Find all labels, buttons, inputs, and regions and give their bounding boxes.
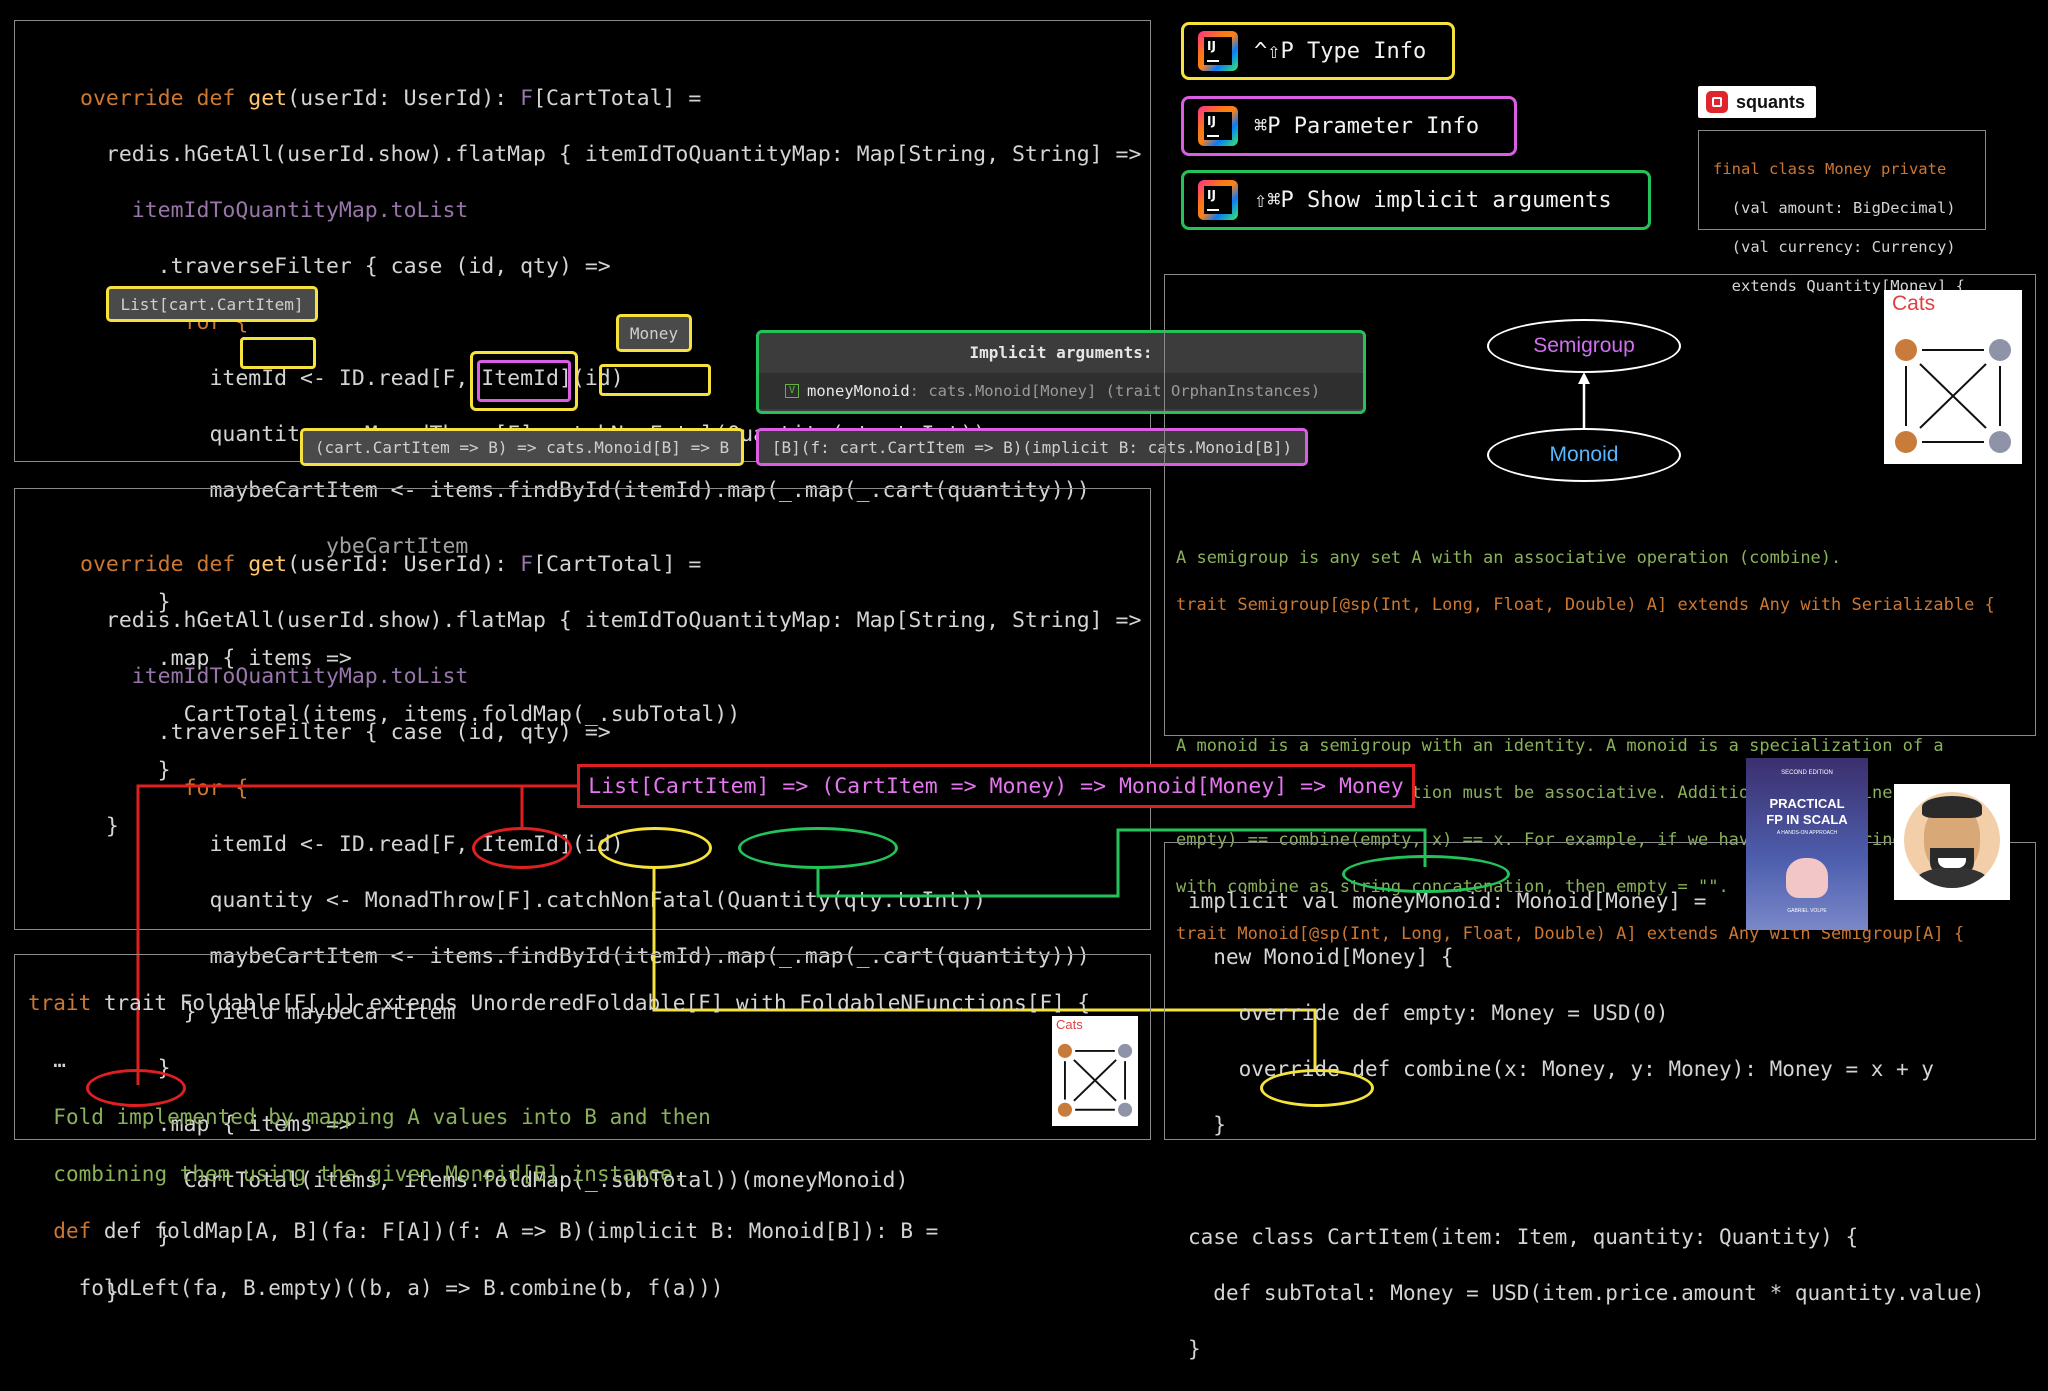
instance-code: implicit val moneyMonoid: Monoid[Money] …	[1188, 889, 1985, 1361]
highlight-moneymonoid-instance	[1342, 855, 1510, 893]
foldable-code: trait trait Foldable[F[_]] extends Unord…	[28, 990, 1091, 1300]
cats-card-small: Cats	[1052, 1016, 1138, 1126]
book-cat-illustration	[1786, 858, 1828, 898]
highlight-foldmap-foldable	[86, 1069, 186, 1107]
highlight-subtotal-instance	[1260, 1069, 1374, 1107]
highlight-foldmap-bottom	[472, 827, 572, 869]
highlight-subtotal-bottom	[598, 827, 712, 869]
cats-commutative-diagram-icon	[1057, 1043, 1133, 1117]
highlight-moneymonoid-bottom	[738, 827, 898, 869]
book-cover: SECOND EDITION PRACTICAL FP IN SCALA A H…	[1746, 758, 1868, 930]
avatar	[1894, 784, 2010, 900]
